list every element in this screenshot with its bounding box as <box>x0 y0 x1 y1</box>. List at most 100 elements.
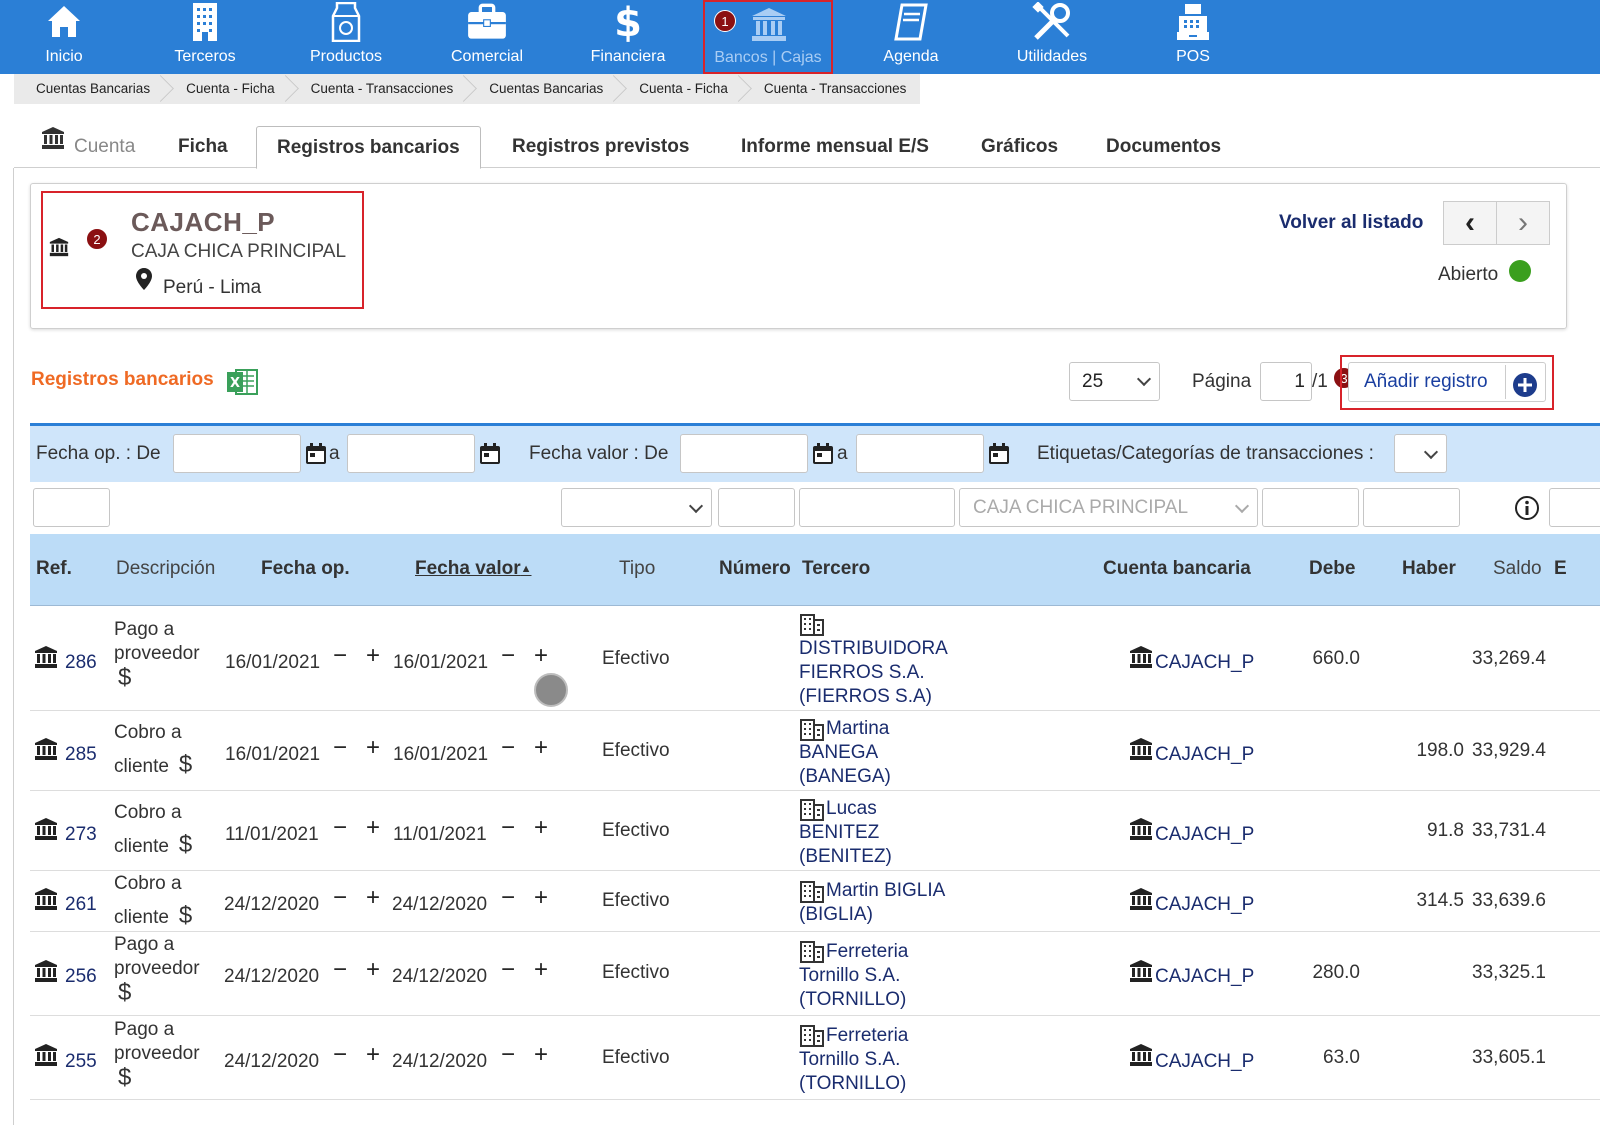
col-saldo[interactable]: Saldo <box>1493 558 1542 580</box>
calendar-icon[interactable] <box>988 443 1010 465</box>
row-ref-link[interactable]: 286 <box>65 652 97 674</box>
prev-record-button[interactable]: ‹ <box>1443 201 1497 245</box>
row-cuenta-link[interactable]: CAJACH_P <box>1155 824 1254 846</box>
tags-filter-select[interactable] <box>1394 434 1447 473</box>
debe-filter-input[interactable] <box>1262 488 1359 527</box>
next-record-button[interactable]: › <box>1496 201 1550 245</box>
fecha-valor-increase-button[interactable]: + <box>534 1043 548 1067</box>
calendar-icon[interactable] <box>812 443 834 465</box>
fecha-op-increase-button[interactable]: + <box>366 736 380 760</box>
extra-filter-input[interactable] <box>1549 488 1600 527</box>
fecha-valor-to-input[interactable] <box>856 434 984 473</box>
col-fecha-op[interactable]: Fecha op. <box>261 558 350 580</box>
breadcrumb-item[interactable]: Cuenta - Transacciones <box>289 74 468 104</box>
per-page-select[interactable]: 25 <box>1069 362 1160 401</box>
cuenta-filter-select[interactable]: CAJA CHICA PRINCIPAL <box>959 488 1258 527</box>
col-numero[interactable]: Número <box>719 558 791 580</box>
ref-filter-input[interactable] <box>33 488 110 527</box>
fecha-valor-decrease-button[interactable]: − <box>501 958 515 982</box>
fecha-op-decrease-button[interactable]: − <box>333 736 347 760</box>
nav-comercial[interactable]: Comercial <box>427 0 547 74</box>
col-ref[interactable]: Ref. <box>36 558 72 580</box>
col-extra[interactable]: E <box>1554 558 1567 580</box>
breadcrumb-item[interactable]: Cuenta - Ficha <box>617 74 742 104</box>
numero-filter-input[interactable] <box>718 488 795 527</box>
fecha-op-decrease-button[interactable]: − <box>333 958 347 982</box>
row-ref-link[interactable]: 273 <box>65 824 97 846</box>
col-fecha-valor[interactable]: Fecha valor▲ <box>415 558 532 580</box>
nav-bancos-cajas[interactable]: Bancos | Cajas 1 <box>703 0 833 74</box>
fecha-valor-decrease-button[interactable]: − <box>501 644 515 668</box>
row-tercero-link[interactable]: Ferreteria Tornillo S.A. (TORNILLO) <box>799 940 908 1012</box>
fecha-valor-increase-button[interactable]: + <box>534 644 548 668</box>
fecha-valor-increase-button[interactable]: + <box>534 886 548 910</box>
row-tercero-link[interactable]: Martina BANEGA (BANEGA) <box>799 717 891 789</box>
back-to-list-link[interactable]: Volver al listado <box>1279 212 1423 234</box>
fecha-op-decrease-button[interactable]: − <box>333 644 347 668</box>
nav-terceros[interactable]: Terceros <box>145 0 265 74</box>
tab-registros-previstos[interactable]: Registros previstos <box>492 126 709 168</box>
col-haber[interactable]: Haber <box>1402 558 1456 580</box>
nav-productos[interactable]: Productos <box>286 0 406 74</box>
breadcrumb-item[interactable]: Cuenta - Transacciones <box>742 74 921 104</box>
tab-informe-mensual[interactable]: Informe mensual E/S <box>721 126 949 168</box>
calendar-icon[interactable] <box>479 443 501 465</box>
breadcrumb-item[interactable]: Cuentas Bancarias <box>467 74 617 104</box>
fecha-op-increase-button[interactable]: + <box>366 886 380 910</box>
row-tercero-link[interactable]: Lucas BENITEZ (BENITEZ) <box>799 797 892 869</box>
row-tercero-link[interactable]: DISTRIBUIDORA FIERROS S.A. (FIERROS S.A) <box>799 637 948 709</box>
row-ref-link[interactable]: 285 <box>65 744 97 766</box>
fecha-valor-increase-button[interactable]: + <box>534 958 548 982</box>
tab-documentos[interactable]: Documentos <box>1086 126 1241 168</box>
breadcrumb-item[interactable]: Cuentas Bancarias <box>14 74 164 104</box>
row-ref-link[interactable]: 255 <box>65 1051 97 1073</box>
tipo-filter-select[interactable] <box>561 488 712 527</box>
fecha-valor-increase-button[interactable]: + <box>534 816 548 840</box>
fecha-valor-from-input[interactable] <box>680 434 808 473</box>
fecha-op-decrease-button[interactable]: − <box>333 886 347 910</box>
row-ref-link[interactable]: 261 <box>65 894 97 916</box>
info-icon[interactable] <box>1514 495 1540 521</box>
fecha-op-decrease-button[interactable]: − <box>333 1043 347 1067</box>
col-tercero[interactable]: Tercero <box>802 558 870 580</box>
row-cuenta-link[interactable]: CAJACH_P <box>1155 744 1254 766</box>
fecha-op-decrease-button[interactable]: − <box>333 816 347 840</box>
tercero-filter-input[interactable] <box>799 488 955 527</box>
col-descripcion[interactable]: Descripción <box>116 558 215 580</box>
nav-utilidades[interactable]: Utilidades <box>992 0 1112 74</box>
fecha-valor-decrease-button[interactable]: − <box>501 816 515 840</box>
col-debe[interactable]: Debe <box>1309 558 1355 580</box>
fecha-op-to-input[interactable] <box>347 434 475 473</box>
nav-financiera[interactable]: $ Financiera <box>568 0 688 74</box>
row-cuenta-link[interactable]: CAJACH_P <box>1155 1051 1254 1073</box>
row-ref-link[interactable]: 256 <box>65 966 97 988</box>
row-cuenta-link[interactable]: CAJACH_P <box>1155 652 1254 674</box>
tab-ficha[interactable]: Ficha <box>158 126 248 168</box>
tab-graficos[interactable]: Gráficos <box>961 126 1078 168</box>
breadcrumb-item[interactable]: Cuenta - Ficha <box>164 74 289 104</box>
col-cuenta-bancaria[interactable]: Cuenta bancaria <box>1103 558 1251 580</box>
fecha-op-increase-button[interactable]: + <box>366 816 380 840</box>
fecha-op-increase-button[interactable]: + <box>366 958 380 982</box>
fecha-op-increase-button[interactable]: + <box>366 644 380 668</box>
excel-export-icon[interactable]: X <box>226 367 258 397</box>
page-number-input[interactable]: 1 <box>1260 362 1312 401</box>
row-tercero-link[interactable]: Martin BIGLIA (BIGLIA) <box>799 879 945 927</box>
nav-inicio[interactable]: Inicio <box>4 0 124 74</box>
row-cuenta-link[interactable]: CAJACH_P <box>1155 966 1254 988</box>
fecha-valor-decrease-button[interactable]: − <box>501 886 515 910</box>
nav-pos[interactable]: POS <box>1133 0 1253 74</box>
tab-registros-bancarios[interactable]: Registros bancarios <box>256 126 481 169</box>
fecha-valor-increase-button[interactable]: + <box>534 736 548 760</box>
row-cuenta-link[interactable]: CAJACH_P <box>1155 894 1254 916</box>
haber-filter-input[interactable] <box>1363 488 1460 527</box>
nav-agenda[interactable]: Agenda <box>851 0 971 74</box>
add-record-button[interactable]: Añadir registro <box>1348 362 1546 402</box>
fecha-valor-decrease-button[interactable]: − <box>501 736 515 760</box>
fecha-valor-decrease-button[interactable]: − <box>501 1043 515 1067</box>
fecha-op-from-input[interactable] <box>173 434 301 473</box>
fecha-op-increase-button[interactable]: + <box>366 1043 380 1067</box>
calendar-icon[interactable] <box>305 443 327 465</box>
col-tipo[interactable]: Tipo <box>619 558 655 580</box>
row-tercero-link[interactable]: Ferreteria Tornillo S.A. (TORNILLO) <box>799 1024 908 1096</box>
